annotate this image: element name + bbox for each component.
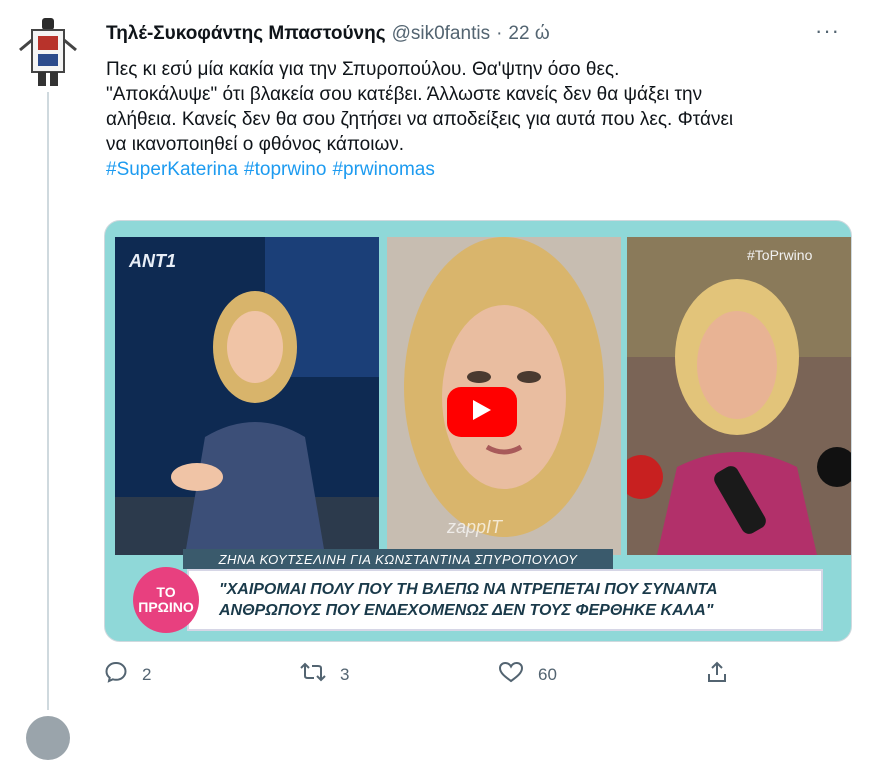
separator-dot: · <box>496 23 503 44</box>
share-button[interactable] <box>706 660 728 689</box>
hashtag-link[interactable]: #prwinomas <box>332 159 434 180</box>
reply-icon <box>104 660 128 689</box>
heart-icon <box>498 660 524 689</box>
media-card[interactable]: ANT1 zappIT #ToPrwino ΖΗΝΑ ΚΟΥΤΣΕΛΙΝΗ ΓΙ… <box>104 220 852 642</box>
play-icon <box>471 398 493 427</box>
hashtag-overlay: #ToPrwino <box>747 247 813 263</box>
more-options-button[interactable]: ··· <box>815 18 840 44</box>
quote-line: "ΧΑΙΡΟΜΑΙ ΠΟΛΥ ΠΟΥ ΤΗ ΒΛΕΠΩ ΝΑ ΝΤΡΕΠΕΤΑΙ… <box>219 581 718 598</box>
tweet-text-line: αλήθεια. Κανείς δεν θα σου ζητήσει να απ… <box>106 109 734 130</box>
next-tweet-avatar[interactable] <box>26 716 70 760</box>
lower-third: ΖΗΝΑ ΚΟΥΤΣΕΛΙΝΗ ΓΙΑ ΚΩΝΣΤΑΝΤΙΝΑ ΣΠΥΡΟΠΟΥ… <box>105 547 851 641</box>
author-name[interactable]: Τηλέ-Συκοφάντης Μπαστούνης <box>106 23 386 45</box>
play-button[interactable] <box>447 387 517 437</box>
subtitle-bar: ΖΗΝΑ ΚΟΥΤΣΕΛΙΝΗ ΓΙΑ ΚΩΝΣΤΑΝΤΙΝΑ ΣΠΥΡΟΠΟΥ… <box>183 549 613 569</box>
avatar[interactable] <box>18 16 78 92</box>
retweet-count: 3 <box>340 664 350 684</box>
like-count: 60 <box>538 664 557 684</box>
channel-logo: ANT1 <box>129 251 177 271</box>
tweet-time[interactable]: 22 ώ <box>508 23 549 45</box>
quote-box: "ΧΑΙΡΟΜΑΙ ΠΟΛΥ ΠΟΥ ΤΗ ΒΛΕΠΩ ΝΑ ΝΤΡΕΠΕΤΑΙ… <box>187 569 823 631</box>
tweet-header: Τηλέ-Συκοφάντης Μπαστούνης @sik0fantis ·… <box>106 20 840 48</box>
watermark: zappIT <box>447 517 503 537</box>
tweet-text-line: Πες κι εσύ μία κακία για την Σπυροπούλου… <box>106 59 620 80</box>
hashtag-link[interactable]: #toprwino <box>244 159 326 180</box>
tweet-text-line: "Αποκάλυψε" ότι βλακεία σου κατέβει. Άλλ… <box>106 84 703 105</box>
tweet-text: Πες κι εσύ μία κακία για την Σπυροπούλου… <box>106 57 846 182</box>
tweet-text-line: να ικανοποιηθεί ο φθόνος κάποιων. <box>106 134 405 155</box>
reply-button[interactable]: 2 <box>104 660 151 689</box>
action-bar: 2 3 60 <box>104 660 744 690</box>
show-logo: ΤΟ ΠΡΩΙΝΟ <box>133 567 199 633</box>
reply-count: 2 <box>142 664 152 684</box>
retweet-button[interactable]: 3 <box>300 660 349 689</box>
thread-line <box>47 92 49 710</box>
share-icon <box>706 660 728 689</box>
video-panel-right: #ToPrwino <box>627 237 851 555</box>
hashtags: #SuperKaterina #toprwino #prwinomas <box>106 157 846 182</box>
like-button[interactable]: 60 <box>498 660 557 689</box>
retweet-icon <box>300 660 326 689</box>
author-handle[interactable]: @sik0fantis <box>392 23 491 45</box>
hashtag-link[interactable]: #SuperKaterina <box>106 159 238 180</box>
quote-line: ΑΝΘΡΩΠΟΥΣ ΠΟΥ ΕΝΔΕΧΟΜΕΝΩΣ ΔΕΝ ΤΟΥΣ ΦΕΡΘΗ… <box>219 602 714 619</box>
video-panel-left: ANT1 <box>115 237 379 555</box>
